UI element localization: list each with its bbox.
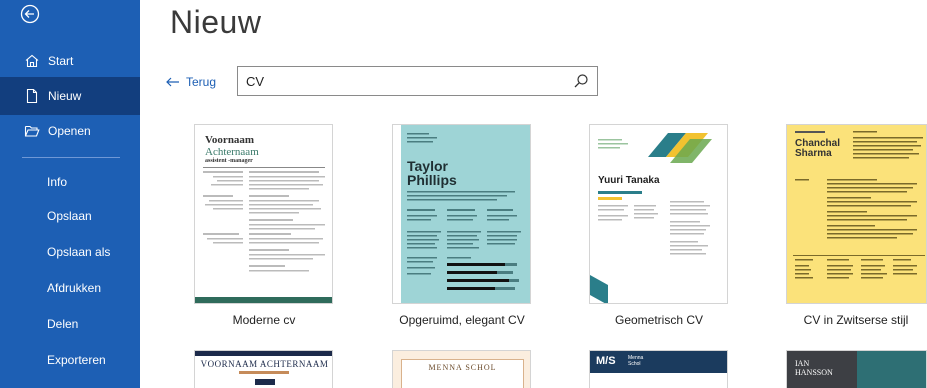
template-thumbnail[interactable]: Taylor Phillips [392,124,531,304]
template-thumbnail[interactable]: Yuuri Tanaka [589,124,728,304]
thumb-name-line2: Schol [628,361,641,367]
thumb-name-line2: HANSSON [795,368,833,377]
sidebar-item-afdrukken[interactable]: Afdrukken [47,281,101,295]
template-thumbnail-row2-3[interactable]: M/S Menna Schol [589,350,728,388]
folder-open-icon [24,123,40,139]
sidebar-item-nieuw[interactable]: Nieuw [0,77,140,115]
new-document-icon [24,88,40,104]
backstage-sidebar: Start Nieuw Openen Info Opslaan Opslaan … [0,0,140,388]
template-thumbnail-row2-4[interactable]: IAN HANSSON [786,350,927,388]
sidebar-item-opslaan[interactable]: Opslaan [47,209,92,223]
thumb-top-bar [195,351,332,356]
thumb-name-line1: IAN [795,359,810,368]
thumb-contact-lines [407,133,437,143]
thumb-accent-block [255,379,275,385]
thumb-left-strip [393,125,401,303]
sidebar-item-delen[interactable]: Delen [47,317,78,331]
template-thumbnail[interactable]: Voornaam Achternaam assistent -manager [194,124,333,304]
thumb-last-name: Achternaam [205,146,259,158]
sidebar-item-label: Nieuw [48,89,82,103]
thumb-first-name: Voornaam [205,134,255,146]
thumb-role: assistent -manager [205,158,253,164]
sidebar-item-exporteren[interactable]: Exporteren [47,353,106,367]
template-label: Opgeruimd, elegant CV [399,313,525,327]
home-icon [24,53,40,69]
search-input[interactable] [238,73,558,89]
thumb-title: VOORNAAM ACHTERNAAM [200,359,329,369]
sidebar-item-label: Openen [48,124,91,138]
thumb-body-lines [598,191,710,255]
template-search-box[interactable] [237,66,598,96]
sidebar-item-start[interactable]: Start [0,42,140,80]
sidebar-divider [22,157,120,158]
sidebar-item-opslaan-als[interactable]: Opslaan als [47,245,110,259]
template-label: Geometrisch CV [614,313,704,327]
thumb-body-lines [407,191,521,290]
template-label: Moderne cv [232,313,296,327]
thumb-accent-line [239,371,289,374]
back-link-label: Terug [186,75,217,89]
thumb-footer-bar [195,297,332,303]
thumb-body-lines [793,131,925,279]
page-title: Nieuw [170,4,262,40]
back-link[interactable]: Terug [166,74,216,90]
template-label: CV in Zwitserse stijl [803,313,909,327]
template-thumbnail[interactable]: Chanchal Sharma [786,124,927,304]
thumb-name-line2: Phillips [407,172,457,188]
template-thumbnail-row2-2[interactable]: MENNA SCHOL [392,350,531,388]
thumb-name-line1: Taylor [407,158,448,174]
thumb-title: MENNA SCHOL [428,363,497,372]
back-arrow-circle-icon[interactable] [20,4,40,24]
thumb-rule [203,167,325,168]
arrow-left-icon [166,74,180,90]
thumb-teal-panel [857,351,926,388]
thumb-name: Yuuri Tanaka [598,175,660,186]
sidebar-item-label: Start [48,54,74,68]
sidebar-item-info[interactable]: Info [47,175,67,189]
thumb-text-lines [203,171,325,272]
template-thumbnail-row2-1[interactable]: VOORNAAM ACHTERNAAM [194,350,333,388]
sidebar-item-openen[interactable]: Openen [0,112,140,150]
search-icon[interactable] [573,73,589,89]
thumb-initials: M/S [596,355,616,367]
